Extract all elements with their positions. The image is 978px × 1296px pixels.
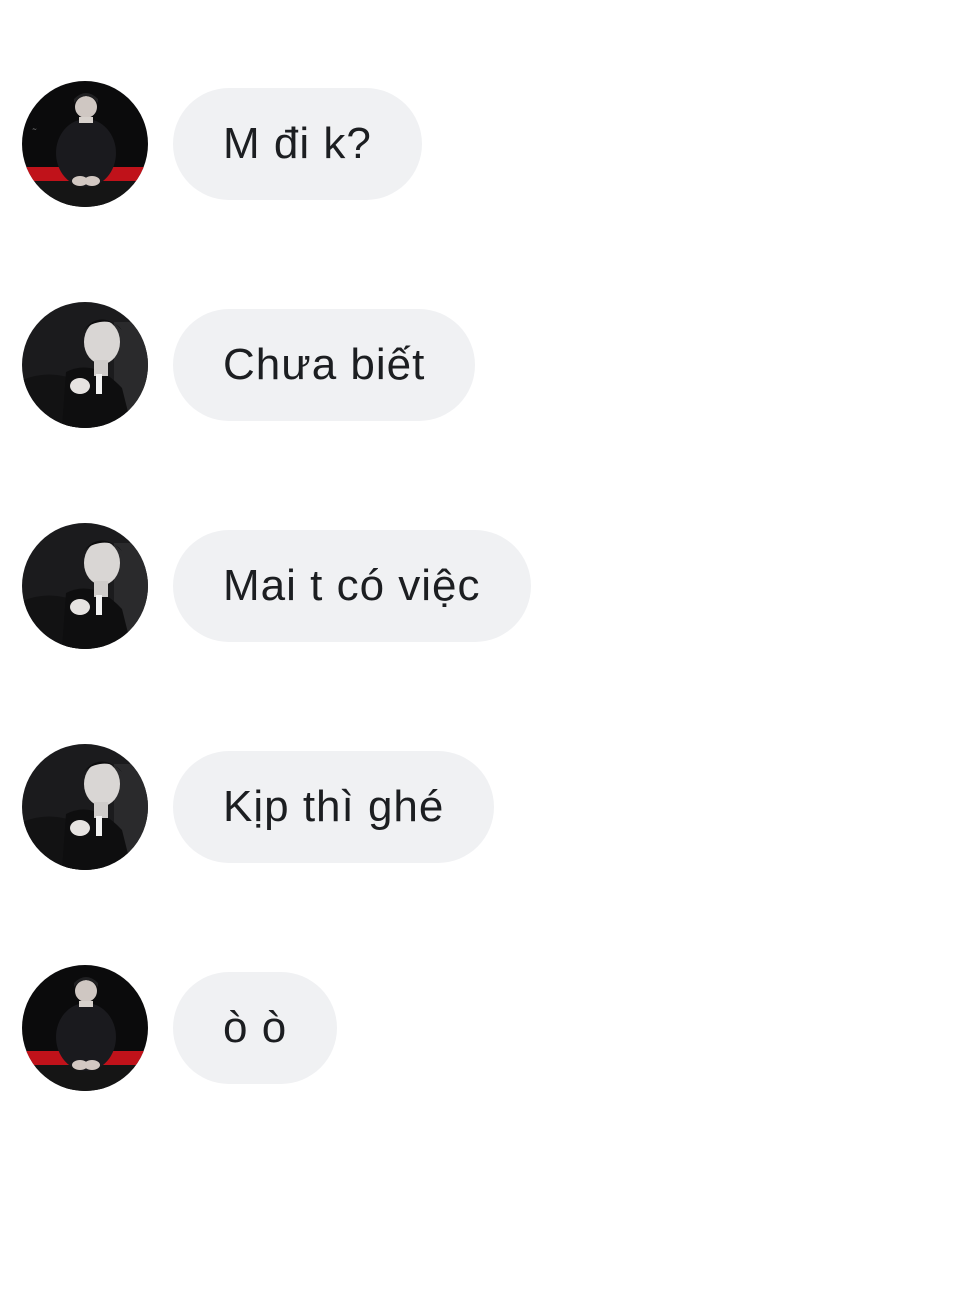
person-monochrome-portrait-avatar [22,523,148,649]
message-bubble[interactable]: ò ò [173,972,338,1084]
sender-avatar[interactable] [22,744,148,870]
person-seated-red-stage-avatar [22,965,148,1091]
sender-avatar[interactable] [22,523,148,649]
sender-avatar[interactable]: ~ [22,81,148,207]
message-bubble[interactable]: Kịp thì ghé [173,751,495,863]
person-monochrome-portrait-avatar [22,744,148,870]
message-row: Chưa biết [22,302,476,428]
message-thread: ~ M đi k? Chưa biết Mai t có việc Kịp th… [0,0,978,1296]
message-row: ò ò [22,965,338,1091]
message-bubble[interactable]: Mai t có việc [173,530,531,642]
sender-avatar[interactable] [22,965,148,1091]
message-row: Kịp thì ghé [22,744,495,870]
message-bubble[interactable]: M đi k? [173,88,422,200]
person-monochrome-portrait-avatar [22,302,148,428]
svg-text:~: ~ [32,126,37,133]
sender-avatar[interactable] [22,302,148,428]
message-row: Mai t có việc [22,523,531,649]
message-row: ~ M đi k? [22,81,422,207]
message-bubble[interactable]: Chưa biết [173,309,476,421]
person-seated-red-stage-avatar: ~ [22,81,148,207]
